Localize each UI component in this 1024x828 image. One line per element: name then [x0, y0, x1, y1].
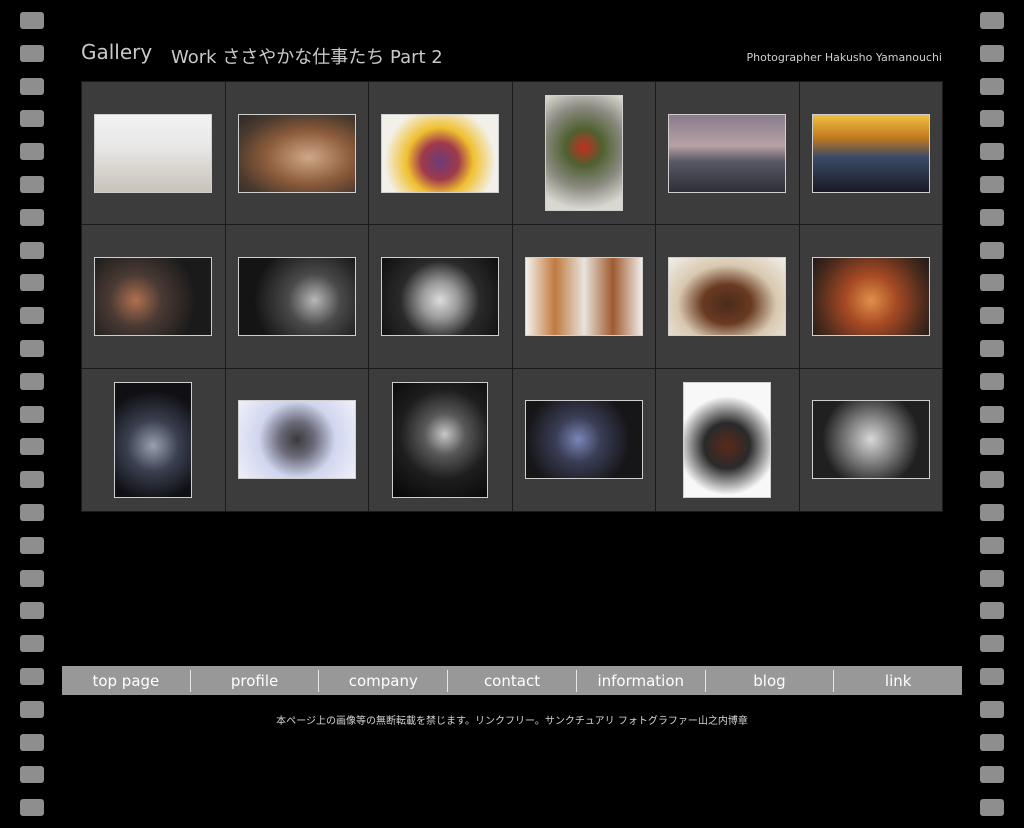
- film-perforation: [980, 569, 1004, 587]
- thumb-dessert[interactable]: [381, 113, 500, 193]
- page-title: Gallery: [81, 40, 153, 64]
- film-perforation: [20, 471, 44, 489]
- thumb-car-silver-sunset[interactable]: [811, 113, 930, 193]
- film-perforation: [20, 438, 44, 456]
- thumb-food-squares[interactable]: [524, 256, 643, 336]
- gallery-cell: [369, 368, 512, 511]
- film-perforation: [980, 340, 1004, 357]
- photographer-credit: Photographer Hakusho Yamanouchi: [746, 51, 942, 64]
- gallery-cell: [512, 368, 655, 511]
- film-perforation: [20, 635, 44, 653]
- gallery-cell: [82, 82, 225, 225]
- gallery-grid: [81, 81, 943, 512]
- film-perforation: [20, 208, 44, 226]
- film-perforation: [20, 176, 44, 193]
- nav-item-link[interactable]: link: [834, 670, 962, 692]
- film-perforation: [20, 504, 44, 521]
- film-perforation: [980, 471, 1004, 489]
- film-perforation: [20, 110, 44, 128]
- film-perforation: [20, 307, 44, 325]
- film-perforation: [980, 733, 1004, 751]
- gallery-cell: [369, 82, 512, 225]
- film-perforation: [20, 241, 44, 259]
- gallery-cell: [799, 82, 942, 225]
- thumb-appetizer-plate[interactable]: [544, 95, 623, 212]
- film-perforation: [20, 77, 44, 95]
- gallery-cell: [656, 225, 799, 368]
- thumb-watch-silver[interactable]: [381, 256, 500, 336]
- thumb-watches-leather[interactable]: [683, 381, 772, 498]
- gallery-cell: [225, 368, 368, 511]
- main-nav: top page profile company contact information…: [62, 666, 962, 695]
- gallery-cell: [799, 225, 942, 368]
- thumb-food-stirfry[interactable]: [811, 256, 930, 336]
- film-perforation: [20, 143, 44, 161]
- film-perforation: [20, 372, 44, 390]
- thumb-watches-pair[interactable]: [94, 256, 213, 336]
- thumb-car-white-bridge[interactable]: [668, 113, 787, 193]
- footer-copyright: 本ページ上の画像等の無断転載を禁じます。リンクフリー。サンクチュアリ フォトグラ…: [276, 716, 748, 727]
- film-perforation: [980, 77, 1004, 95]
- film-perforation: [980, 176, 1004, 193]
- film-perforation: [20, 274, 44, 292]
- thumb-watch-square[interactable]: [114, 381, 193, 498]
- thumb-food-pan[interactable]: [237, 113, 356, 193]
- gallery-cell: [656, 82, 799, 225]
- nav-item-blog[interactable]: blog: [706, 669, 835, 692]
- nav-item-profile[interactable]: profile: [191, 669, 320, 692]
- film-perforation: [980, 799, 1004, 817]
- gallery-cell: [82, 225, 225, 368]
- film-perforation: [980, 405, 1004, 423]
- film-perforations-left: [20, 0, 44, 828]
- film-perforation: [980, 110, 1004, 128]
- thumb-watches-blue[interactable]: [524, 400, 643, 480]
- nav-item-top-page[interactable]: top page: [62, 669, 191, 692]
- film-perforation: [980, 44, 1004, 62]
- film-perforation: [20, 602, 44, 620]
- thumb-watches-chrono[interactable]: [237, 256, 356, 336]
- film-perforation: [980, 208, 1004, 226]
- nav-item-information[interactable]: information: [577, 669, 706, 692]
- film-perforation: [20, 569, 44, 587]
- film-perforation: [20, 733, 44, 751]
- nav-item-contact[interactable]: contact: [448, 669, 577, 692]
- thumb-watch-chrono-white[interactable]: [237, 400, 356, 480]
- film-perforation: [20, 766, 44, 784]
- film-perforation: [980, 766, 1004, 784]
- film-perforation: [20, 668, 44, 685]
- film-perforation: [980, 438, 1004, 456]
- page-subtitle: Work ささやかな仕事たち Part 2: [171, 47, 443, 68]
- film-perforation: [980, 536, 1004, 554]
- film-perforation: [20, 12, 44, 29]
- gallery-cell: [369, 225, 512, 368]
- film-perforation: [20, 405, 44, 423]
- film-perforation: [20, 536, 44, 554]
- thumb-watches-steel[interactable]: [811, 400, 930, 480]
- film-perforation: [20, 799, 44, 817]
- gallery-cell: [656, 368, 799, 511]
- gallery-cell: [82, 368, 225, 511]
- film-perforation: [980, 635, 1004, 653]
- thumb-silver-rings[interactable]: [392, 381, 489, 498]
- film-perforation: [980, 274, 1004, 292]
- film-perforation: [980, 372, 1004, 390]
- film-perforation: [980, 143, 1004, 161]
- film-perforation: [980, 504, 1004, 521]
- film-perforation: [980, 602, 1004, 620]
- film-perforations-right: [980, 0, 1004, 828]
- nav-item-company[interactable]: company: [319, 669, 449, 692]
- gallery-cell: [225, 225, 368, 368]
- gallery-cell: [225, 82, 368, 225]
- film-perforation: [980, 668, 1004, 685]
- thumb-food-steak[interactable]: [668, 256, 787, 336]
- gallery-cell: [512, 82, 655, 225]
- thumb-food-spoons[interactable]: [94, 113, 213, 193]
- gallery-cell: [799, 368, 942, 511]
- film-perforation: [20, 44, 44, 62]
- film-perforation: [980, 12, 1004, 29]
- film-perforation: [980, 241, 1004, 259]
- film-perforation: [20, 340, 44, 357]
- gallery-cell: [512, 225, 655, 368]
- film-perforation: [980, 307, 1004, 325]
